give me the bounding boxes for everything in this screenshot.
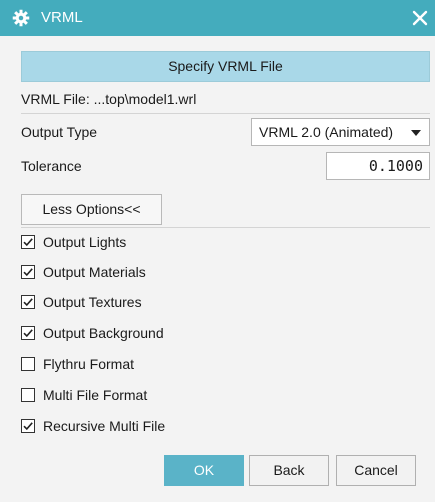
vrml-file-path: VRML File: ...top\model1.wrl: [21, 91, 197, 107]
tolerance-label: Tolerance: [21, 158, 82, 174]
checkbox-box: [21, 419, 35, 433]
check-icon: [23, 329, 33, 338]
close-icon[interactable]: [410, 8, 430, 28]
tolerance-input[interactable]: [326, 152, 430, 180]
checkbox-label: Multi File Format: [43, 387, 148, 403]
output-type-value: VRML 2.0 (Animated): [259, 124, 394, 140]
divider: [21, 113, 430, 114]
vrml-dialog: VRML Specify VRML File VRML File: ...top…: [0, 0, 435, 502]
specify-vrml-file-button[interactable]: Specify VRML File: [21, 51, 430, 82]
divider: [21, 227, 430, 228]
checkbox-label: Output Materials: [43, 264, 146, 280]
checkbox-box: [21, 388, 35, 402]
checkbox-label: Output Lights: [43, 234, 127, 250]
checkbox-box: [21, 295, 35, 309]
back-button[interactable]: Back: [249, 455, 329, 486]
check-icon: [23, 298, 33, 307]
output-type-label: Output Type: [21, 124, 98, 140]
checkbox-label: Flythru Format: [43, 356, 135, 372]
check-icon: [23, 422, 33, 431]
gear-icon: [12, 9, 30, 27]
check-icon: [23, 268, 33, 277]
checkbox-box: [21, 265, 35, 279]
checkbox-box: [21, 235, 35, 249]
check-icon: [23, 238, 33, 247]
checkbox-box: [21, 357, 35, 371]
ok-button[interactable]: OK: [164, 455, 244, 486]
checkbox-label: Recursive Multi File: [43, 418, 166, 434]
checkbox-label: Output Background: [43, 325, 164, 341]
output-type-select[interactable]: VRML 2.0 (Animated): [251, 118, 430, 146]
checkbox-box: [21, 326, 35, 340]
title-bar: VRML: [0, 0, 435, 36]
less-options-button[interactable]: Less Options<<: [21, 194, 162, 225]
checkbox-label: Output Textures: [43, 294, 142, 310]
chevron-down-icon: [411, 130, 421, 136]
cancel-button[interactable]: Cancel: [336, 455, 416, 486]
dialog-title: VRML: [41, 9, 83, 26]
